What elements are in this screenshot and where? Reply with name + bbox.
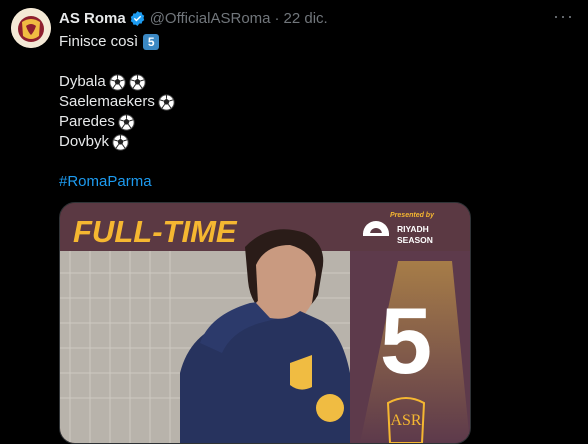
as-roma-logo-icon xyxy=(11,8,51,48)
scorer-name: Dybala xyxy=(59,73,106,90)
intro-text: Finisce così xyxy=(59,33,139,50)
crest-letters: ASR xyxy=(390,412,421,429)
tweet-date[interactable]: 22 dic. xyxy=(284,10,328,27)
author-name[interactable]: AS Roma xyxy=(59,10,126,27)
full-time-graphic: FULL-TIME Presented by RIYADH SEASON 5 A… xyxy=(60,203,470,443)
soccer-ball-icon xyxy=(109,133,129,151)
sponsor-line-1: RIYADH xyxy=(397,224,429,234)
verified-badge-icon xyxy=(130,10,144,26)
scorer-line: Dybala xyxy=(59,72,175,92)
riyadh-season-logo-icon xyxy=(363,221,389,247)
soccer-ball-icon xyxy=(106,73,126,91)
more-options-icon[interactable]: ··· xyxy=(553,6,574,27)
author-avatar[interactable] xyxy=(11,8,51,48)
tweet-media-image[interactable]: FULL-TIME Presented by RIYADH SEASON 5 A… xyxy=(59,202,471,444)
header-separator: · xyxy=(274,9,280,27)
tweet-header: AS Roma @OfficialASRoma · 22 dic. xyxy=(59,8,328,28)
soccer-ball-icon xyxy=(126,73,146,91)
scorers-list: Dybala Saelemaekers Paredes Dovbyk xyxy=(59,72,175,152)
full-time-banner: FULL-TIME xyxy=(73,214,238,249)
scorer-line: Paredes xyxy=(59,112,175,132)
soccer-ball-icon xyxy=(115,113,135,131)
final-score: 5 xyxy=(380,288,432,393)
presented-by-label: Presented by xyxy=(390,212,435,219)
soccer-ball-icon xyxy=(155,93,175,111)
sponsor-line-2: SEASON xyxy=(397,235,433,245)
scorer-name: Dovbyk xyxy=(59,133,110,150)
hashtag-link[interactable]: #RomaParma xyxy=(59,172,152,192)
scorer-name: Saelemaekers xyxy=(59,93,155,110)
scorer-line: Saelemaekers xyxy=(59,92,175,112)
author-handle[interactable]: @OfficialASRoma xyxy=(150,10,271,27)
intro-line: Finisce così 5 xyxy=(59,32,175,52)
keycap-five-emoji: 5 xyxy=(143,34,160,50)
tweet-text: Finisce così 5 Dybala Saelemaekers Paredes… xyxy=(59,32,175,192)
scorer-line: Dovbyk xyxy=(59,132,175,152)
scorer-name: Paredes xyxy=(59,113,115,130)
